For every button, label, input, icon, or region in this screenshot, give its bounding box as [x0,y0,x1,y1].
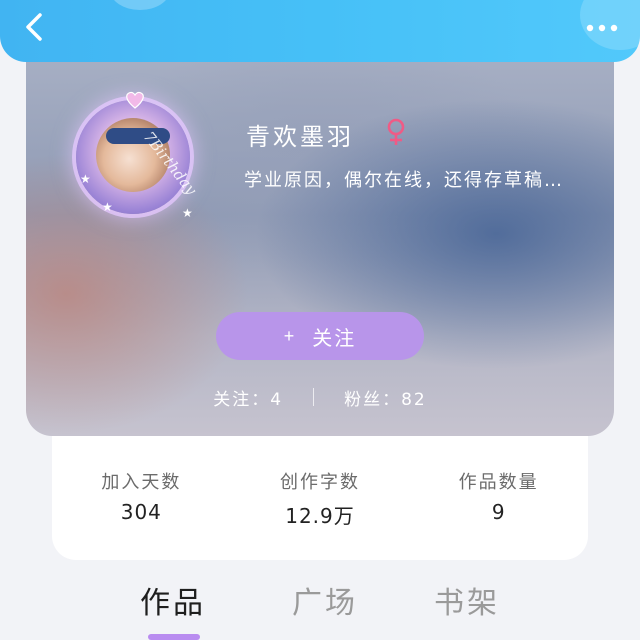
stat-label: 创作字数 [280,472,360,493]
content-tabs: 作品 广场 书架 [0,578,640,640]
heart-icon [126,91,144,109]
divider [313,388,315,406]
profile-header-card: ★ ★ ★ 7Birthday 青欢墨羽 学业原因，偶尔在线，还得存草稿… + … [26,34,614,436]
tab-works[interactable]: 作品 [140,578,206,622]
stat-value: 9 [491,500,506,524]
star-icon: ★ [182,206,193,220]
username: 青欢墨羽 [246,123,354,151]
stats-card: 加入天数 304 创作字数 12.9万 作品数量 9 [52,436,588,560]
stat-value: 304 [120,500,162,524]
stat-works-count: 作品数量 9 [409,436,588,560]
bio-text: 学业原因，偶尔在线，还得存草稿… [244,170,564,191]
star-icon: ★ [102,200,113,214]
stat-join-days: 加入天数 304 [52,436,231,560]
follow-button-label: 关注 [312,327,357,350]
stat-label: 加入天数 [101,472,182,493]
stat-value: 12.9万 [285,504,355,528]
tab-bookshelf[interactable]: 书架 [434,578,500,622]
top-bar [0,0,640,62]
tab-plaza[interactable]: 广场 [292,578,358,622]
plus-icon: + [283,325,297,346]
followers-count[interactable]: 粉丝：82 [344,385,427,410]
decor-bubble [110,0,170,10]
back-icon[interactable] [18,10,52,44]
more-icon[interactable] [582,14,622,42]
follow-button[interactable]: + 关注 [216,312,424,360]
avatar[interactable]: ★ ★ ★ 7Birthday [66,88,216,238]
stat-label: 作品数量 [458,472,539,493]
follow-stats: 关注：4 粉丝：82 [26,384,614,410]
star-icon: ★ [80,172,91,186]
stat-word-count: 创作字数 12.9万 [231,436,410,560]
female-icon [387,118,405,145]
following-count[interactable]: 关注：4 [213,385,283,410]
active-tab-indicator [148,634,200,640]
